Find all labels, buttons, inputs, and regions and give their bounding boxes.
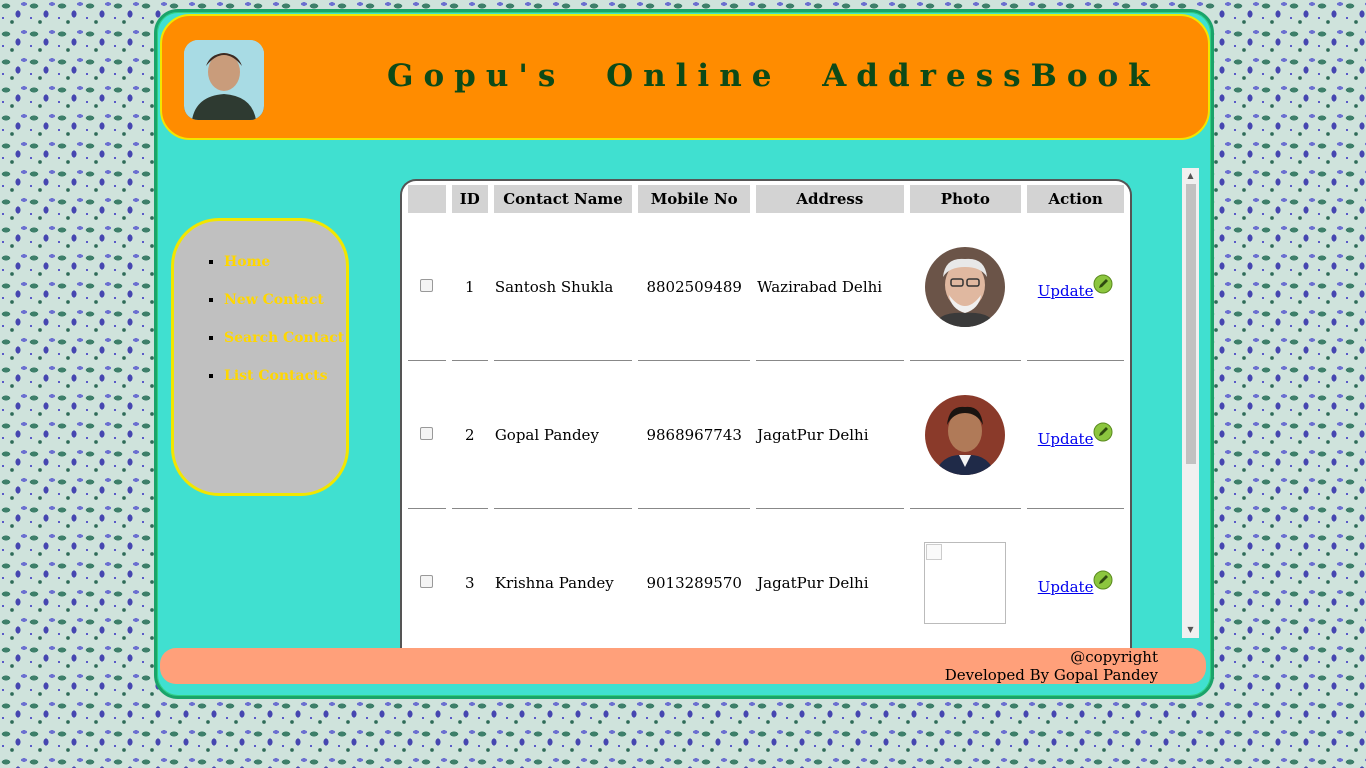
row-select-cell — [408, 213, 446, 361]
site-title: Gopu's Online AddressBook — [387, 58, 1160, 94]
col-header-address: Address — [756, 185, 904, 213]
col-header-select — [408, 185, 446, 213]
content-scrollbar[interactable]: ▲ ▼ — [1182, 168, 1199, 638]
update-link[interactable]: Update — [1038, 282, 1094, 300]
col-header-mobile: Mobile No — [638, 185, 751, 213]
nav-link-search-contact[interactable]: Search Contact — [224, 330, 344, 346]
row-address: JagatPur Delhi — [756, 361, 904, 509]
col-header-name: Contact Name — [493, 185, 633, 213]
row-mobile: 8802509489 — [638, 213, 751, 361]
nav-item-home: Home — [224, 251, 346, 273]
nav-item-list-contacts: List Contacts — [224, 365, 346, 387]
row-mobile: 9013289570 — [638, 509, 750, 651]
pencil-edit-icon[interactable] — [1093, 274, 1113, 298]
contacts-table: ID Contact Name Mobile No Address Photo … — [402, 185, 1130, 651]
col-header-id: ID — [451, 185, 488, 213]
row-address: Wazirabad Delhi — [756, 213, 904, 361]
row-mobile: 9868967743 — [638, 361, 751, 509]
pencil-edit-icon[interactable] — [1093, 570, 1113, 594]
scroll-up-arrow-icon[interactable]: ▲ — [1182, 168, 1199, 184]
row-action-cell: Update — [1027, 213, 1124, 361]
row-id: 1 — [451, 213, 488, 361]
row-photo-cell — [910, 509, 1022, 651]
scroll-down-arrow-icon[interactable]: ▼ — [1182, 622, 1199, 638]
table-row: 2 Gopal Pandey 9868967743 JagatPur Delhi — [408, 361, 1124, 509]
nav-item-new-contact: New Contact — [224, 289, 346, 311]
row-checkbox[interactable] — [420, 426, 434, 440]
scrollbar-thumb[interactable] — [1186, 184, 1196, 464]
col-header-photo: Photo — [909, 185, 1022, 213]
table-row: 3 Krishna Pandey 9013289570 JagatPur Del… — [408, 509, 1124, 651]
footer-copyright: @copyright — [1070, 648, 1158, 666]
row-name: Gopal Pandey — [493, 361, 633, 509]
row-id: 3 — [452, 509, 488, 651]
row-action-cell: Update — [1027, 361, 1124, 509]
contacts-panel: ID Contact Name Mobile No Address Photo … — [400, 179, 1132, 651]
nav-link-list-contacts[interactable]: List Contacts — [224, 368, 327, 384]
nav-item-search-contact: Search Contact — [224, 327, 346, 349]
row-action-cell: Update — [1027, 509, 1124, 651]
row-address: JagatPur Delhi — [756, 509, 903, 651]
update-link[interactable]: Update — [1038, 430, 1094, 448]
row-name: Santosh Shukla — [493, 213, 633, 361]
contact-photo — [925, 394, 1006, 475]
footer: @copyright Developed By Gopal Pandey — [160, 648, 1206, 684]
header-banner: Gopu's Online AddressBook — [160, 14, 1210, 140]
pencil-edit-icon[interactable] — [1093, 422, 1113, 446]
row-photo-cell — [909, 361, 1022, 509]
row-photo-cell — [909, 213, 1022, 361]
broken-image-icon — [924, 541, 1007, 624]
row-checkbox[interactable] — [420, 278, 434, 292]
row-select-cell — [408, 361, 446, 509]
nav-link-home[interactable]: Home — [224, 254, 270, 270]
page-frame: Gopu's Online AddressBook Home New Conta… — [154, 9, 1214, 699]
row-id: 2 — [451, 361, 488, 509]
table-row: 1 Santosh Shukla 8802509489 Wazirabad De… — [408, 213, 1124, 361]
table-header-row: ID Contact Name Mobile No Address Photo … — [408, 185, 1124, 213]
sidebar-nav: Home New Contact Search Contact List Con… — [171, 218, 349, 496]
profile-avatar — [184, 40, 264, 120]
nav-link-new-contact[interactable]: New Contact — [224, 292, 324, 308]
row-select-cell — [408, 509, 446, 651]
row-name: Krishna Pandey — [494, 509, 632, 651]
row-checkbox[interactable] — [420, 574, 434, 588]
col-header-action: Action — [1027, 185, 1124, 213]
update-link[interactable]: Update — [1038, 578, 1094, 596]
contact-photo — [925, 246, 1006, 327]
footer-developer: Developed By Gopal Pandey — [944, 666, 1158, 684]
